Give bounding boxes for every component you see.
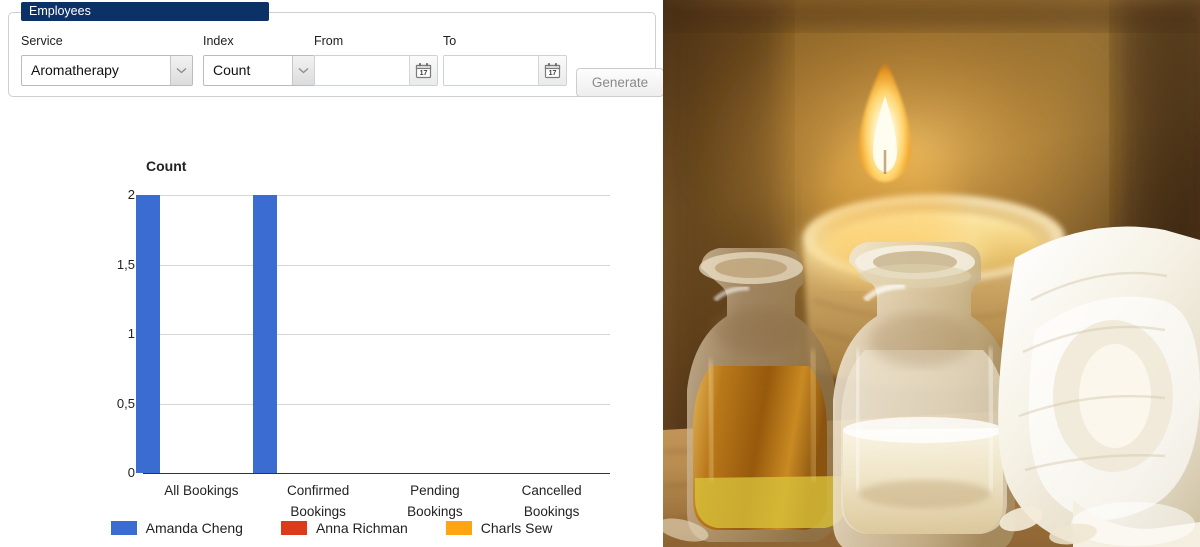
gridline	[143, 403, 610, 405]
from-date-input[interactable]	[322, 56, 407, 85]
index-select[interactable]: Count	[203, 55, 315, 86]
gridline	[143, 195, 610, 196]
to-date-input[interactable]	[451, 56, 536, 85]
service-select-value: Aromatherapy	[31, 62, 119, 78]
to-date-field: To 17	[443, 34, 567, 86]
legend-swatch	[110, 521, 137, 535]
to-label: To	[443, 34, 457, 48]
report-pane: Employees Service Aromatherapy Index Cou…	[0, 0, 663, 547]
from-date-box[interactable]: 17	[314, 55, 438, 86]
chevron-down-icon[interactable]	[170, 56, 192, 85]
legend-entry[interactable]: Amanda Cheng	[110, 520, 243, 536]
bookings-bar-chart: Count 0 0,5 1 1,5 2 All Bookings Confirmed Boo…	[0, 110, 663, 547]
x-axis-tick: All Bookings	[164, 483, 239, 498]
y-axis-tick-labels: 0 0,5 1 1,5 2	[95, 187, 135, 480]
index-select-value: Count	[213, 62, 251, 78]
svg-text:17: 17	[420, 70, 428, 77]
chart-plot-area	[136, 195, 610, 474]
panel-legend-title: Employees	[21, 2, 269, 21]
chart-legend: Amanda Cheng Anna Richman Charls Sew	[0, 520, 663, 536]
service-select[interactable]: Aromatherapy	[21, 55, 193, 86]
legend-label: Anna Richman	[315, 520, 408, 536]
x-axis-tick: Pending Bookings	[407, 483, 463, 519]
x-axis-line	[143, 473, 610, 474]
gridline	[143, 264, 610, 266]
app-root: Employees Service Aromatherapy Index Cou…	[0, 0, 1200, 547]
index-field: Index Count	[203, 34, 315, 86]
service-field: Service Aromatherapy	[21, 34, 193, 86]
chart-bar[interactable]	[253, 195, 277, 473]
employees-filter-panel: Employees Service Aromatherapy Index Cou…	[8, 2, 663, 97]
y-axis-tick: 0	[127, 465, 135, 480]
legend-label: Amanda Cheng	[145, 520, 243, 536]
legend-swatch	[280, 521, 307, 535]
spa-photo-image	[663, 0, 1200, 547]
legend-swatch	[445, 521, 472, 535]
x-axis-tick: Confirmed Bookings	[286, 483, 350, 519]
spa-photo	[663, 0, 1200, 547]
to-date-box[interactable]: 17	[443, 55, 567, 86]
chevron-down-icon[interactable]	[292, 56, 314, 85]
generate-button[interactable]: Generate	[576, 68, 663, 97]
y-axis-tick: 1	[127, 326, 135, 341]
legend-entry[interactable]: Anna Richman	[280, 520, 408, 536]
x-axis-tick: Cancelled Bookings	[521, 483, 582, 519]
from-label: From	[314, 34, 344, 48]
svg-text:17: 17	[549, 70, 557, 77]
legend-entry[interactable]: Charls Sew	[445, 520, 553, 536]
gridline	[143, 334, 610, 335]
y-axis-tick: 2	[127, 187, 135, 202]
index-label: Index	[203, 34, 234, 48]
chart-bar[interactable]	[136, 195, 160, 473]
legend-label: Charls Sew	[480, 520, 553, 536]
calendar-icon[interactable]: 17	[409, 56, 437, 85]
calendar-icon[interactable]: 17	[538, 56, 566, 85]
from-date-field: From 17	[314, 34, 438, 86]
y-axis-tick: 0,5	[116, 395, 135, 411]
y-axis-tick: 1,5	[116, 256, 135, 272]
service-label: Service	[21, 34, 63, 48]
chart-title: Count	[146, 158, 187, 174]
